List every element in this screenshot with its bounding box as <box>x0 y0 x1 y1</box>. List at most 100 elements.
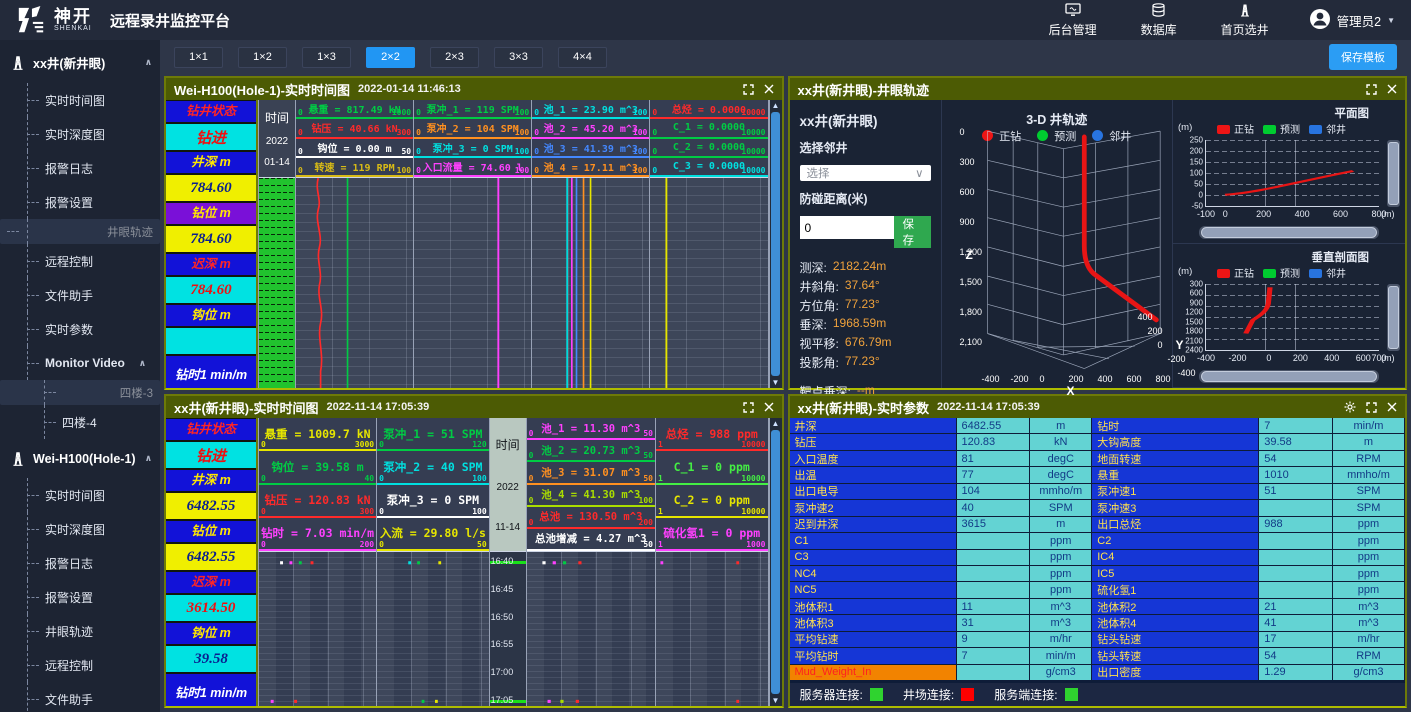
close-icon[interactable] <box>1387 84 1397 94</box>
layout-button-2×3[interactable]: 2×3 <box>430 47 479 68</box>
layout-button-1×2[interactable]: 1×2 <box>238 47 287 68</box>
layout-button-3×3[interactable]: 3×3 <box>494 47 543 68</box>
param-card: 钻时1 min/m <box>166 356 256 388</box>
curve-label: 0池_3 = 31.07 m^350 <box>527 462 655 484</box>
sidebar-item-井眼轨迹[interactable]: 井眼轨迹 <box>0 219 160 244</box>
param-value: 81 <box>957 451 1031 467</box>
sidebar-item-文件助手[interactable]: 文件助手 <box>0 278 160 312</box>
chevron-down-icon: ∨ <box>915 166 923 180</box>
sidebar-item-实时时间图[interactable]: 实时时间图 <box>0 478 160 512</box>
well-header[interactable]: Wei-H100(Hole-1)∧ <box>0 439 160 478</box>
y-tick: 300 <box>1190 280 1206 289</box>
scrollbar-thumb[interactable] <box>771 112 780 376</box>
sidebar-item-远程控制[interactable]: 远程控制 <box>0 244 160 278</box>
y-tick: 1200 <box>1185 308 1206 317</box>
status-indicator <box>870 688 883 701</box>
close-icon[interactable] <box>764 84 774 94</box>
expand-icon[interactable] <box>1366 402 1377 413</box>
vertical-section-chart: 垂直剖面图 (m) 正钻预测邻井 30060090012001500180021… <box>1173 244 1405 388</box>
sidebar-item-报警设置[interactable]: 报警设置 <box>0 185 160 219</box>
param-unit: ppm <box>1333 533 1405 549</box>
param-name: 入口温度 <box>790 451 957 467</box>
save-template-button[interactable]: 保存模板 <box>1329 44 1397 70</box>
close-icon[interactable] <box>1387 402 1397 412</box>
param-name: Mud_Weight_In <box>790 665 957 681</box>
table-row: 泵冲速240SPM泵冲速3SPM <box>790 500 1406 516</box>
curve-label: 0池_4 = 17.11 m^3100 <box>532 158 649 177</box>
nav-admin[interactable]: 后台管理 <box>1049 3 1097 38</box>
scroll-up-icon[interactable]: ▲ <box>772 101 780 110</box>
sidebar-item-远程控制[interactable]: 远程控制 <box>0 648 160 682</box>
curve-label: 0入流 = 29.80 l/s50 <box>377 518 489 551</box>
sidebar-item-实时深度图[interactable]: 实时深度图 <box>0 117 160 151</box>
plan-hscrollbar[interactable] <box>1199 226 1379 239</box>
param-value <box>957 533 1031 549</box>
scroll-down-icon[interactable]: ▼ <box>772 378 780 387</box>
layout-button-1×1[interactable]: 1×1 <box>174 47 223 68</box>
section-vscrollbar[interactable] <box>1387 284 1400 351</box>
param-value: 3615 <box>957 517 1031 533</box>
layout-button-2×2[interactable]: 2×2 <box>366 47 415 68</box>
nav-well-select[interactable]: 首页选井 <box>1221 3 1269 38</box>
section-hscrollbar[interactable] <box>1199 370 1379 383</box>
y-tick: 600 <box>1190 289 1206 298</box>
plot3d-tick: -200 <box>1011 374 1029 384</box>
sidebar-item-报警日志[interactable]: 报警日志 <box>0 546 160 580</box>
scroll-down-icon[interactable]: ▼ <box>772 696 780 705</box>
sidebar-item-四楼-3[interactable]: 四楼-3 <box>0 380 160 405</box>
admin-monitor-icon <box>1065 3 1081 20</box>
sidebar-item-实时参数[interactable]: 实时参数 <box>0 312 160 346</box>
expand-icon[interactable] <box>1366 84 1377 95</box>
plan-vscrollbar[interactable] <box>1387 140 1400 207</box>
param-value: 988 <box>1259 517 1333 533</box>
expand-icon[interactable] <box>743 84 754 95</box>
param-name: 钻头转速 <box>1092 648 1259 664</box>
param-value: 9 <box>957 632 1031 648</box>
sidebar-item-文件助手[interactable]: 文件助手 <box>0 682 160 712</box>
sidebar-item-实时时间图[interactable]: 实时时间图 <box>0 83 160 117</box>
panel-title: xx井(新井眼)-实时时间图 <box>174 398 318 417</box>
user-avatar-icon <box>1309 8 1331 33</box>
sidebar-item-报警设置[interactable]: 报警设置 <box>0 580 160 614</box>
database-icon <box>1151 3 1166 20</box>
gear-icon[interactable] <box>1344 401 1356 413</box>
param-name: C2 <box>1092 533 1259 549</box>
well-header[interactable]: xx井(新井眼)∧ <box>0 42 160 83</box>
scroll-up-icon[interactable]: ▲ <box>772 419 780 428</box>
param-card: 钻井状态钻进 <box>166 101 256 150</box>
param-value: 120.83 <box>957 434 1031 450</box>
curve-label: 0钻压 = 120.83 kN300 <box>259 485 376 518</box>
nav-database[interactable]: 数据库 <box>1141 3 1177 38</box>
time-tick: 16:45 <box>491 584 514 594</box>
x-tick: 200 <box>1293 350 1308 363</box>
sidebar-item-井眼轨迹[interactable]: 井眼轨迹 <box>0 614 160 648</box>
curve-label: 0C_1 = 0.000010000 <box>650 119 767 138</box>
panel-grid: Wei-H100(Hole-1)-实时时间图 2022-01-14 11:46:… <box>160 74 1411 712</box>
param-unit: m <box>1333 434 1405 450</box>
sidebar-item-实时深度图[interactable]: 实时深度图 <box>0 512 160 546</box>
save-distance-button[interactable]: 保存 <box>894 216 931 248</box>
time-tick: 17:00 <box>491 667 514 677</box>
vertical-scrollbar[interactable]: ▲ ▼ <box>769 100 782 388</box>
curve-label: 1硫化氢1 = 0 ppm1000 <box>656 518 768 551</box>
close-icon[interactable] <box>764 402 774 412</box>
distance-input[interactable] <box>800 216 894 239</box>
param-value: 41 <box>1259 615 1333 631</box>
layout-button-4×4[interactable]: 4×4 <box>558 47 607 68</box>
vertical-scrollbar[interactable]: ▲ ▼ <box>769 418 782 706</box>
sidebar-item-Monitor Video[interactable]: Monitor Video∧ <box>0 346 160 380</box>
param-value <box>957 665 1031 681</box>
scrollbar-thumb[interactable] <box>771 430 780 694</box>
time-track: 时间 2022 11-14 16:4016:4516:5016:5517:001… <box>490 418 527 706</box>
sidebar-item-报警日志[interactable]: 报警日志 <box>0 151 160 185</box>
plot3d-tick: 200 <box>1069 374 1084 384</box>
layout-button-1×3[interactable]: 1×3 <box>302 47 351 68</box>
time-track: 时间 2022 01-14 <box>259 100 296 388</box>
neighbor-select[interactable]: 选择 ∨ <box>800 165 931 181</box>
user-menu[interactable]: 管理员2 ▼ <box>1309 8 1395 33</box>
param-name: 池体积4 <box>1092 615 1259 631</box>
sidebar-item-四楼-4[interactable]: 四楼-4 <box>0 405 160 439</box>
param-value: 17 <box>1259 632 1333 648</box>
expand-icon[interactable] <box>743 402 754 413</box>
panel-realtime-chart-2: xx井(新井眼)-实时时间图 2022-11-14 17:05:39 钻井状态钻… <box>164 394 784 708</box>
